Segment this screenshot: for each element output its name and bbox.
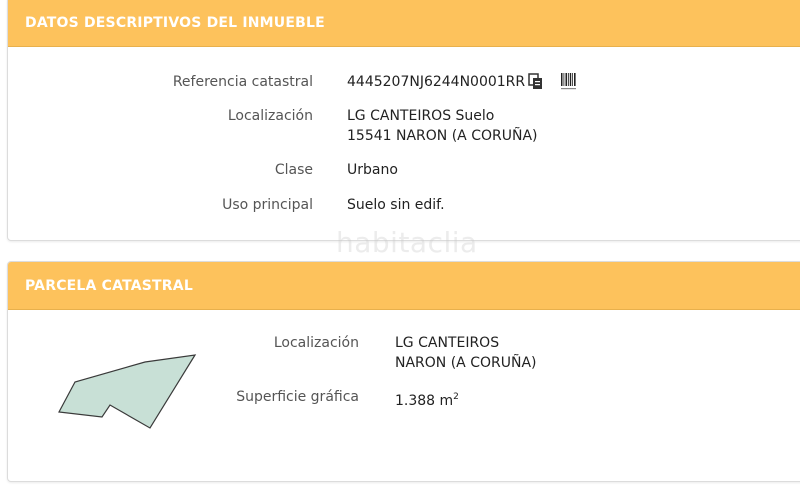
superficie-label: Superficie gráfica <box>236 389 359 405</box>
barcode-icon[interactable] <box>560 72 578 92</box>
uso-principal-label: Uso principal <box>222 197 313 213</box>
parcela-header: PARCELA CATASTRAL <box>8 262 800 310</box>
superficie-unit-sup: 2 <box>453 392 459 402</box>
clase-value: Urbano <box>347 162 398 178</box>
superficie-number: 1.388 m <box>395 393 454 409</box>
uso-principal-value: Suelo sin edif. <box>347 197 445 213</box>
referencia-catastral-value: 4445207NJ6244N0001RR <box>347 74 526 90</box>
referencia-catastral-label: Referencia catastral <box>172 74 313 90</box>
parcel-shape <box>58 354 197 429</box>
localizacion-label: Localización <box>227 108 313 124</box>
parcela-localizacion-label: Localización <box>273 335 359 351</box>
copy-icon[interactable] <box>528 73 544 91</box>
parcela-localizacion-line1: LG CANTEIROS <box>395 335 500 351</box>
localizacion-line1: LG CANTEIROS Suelo <box>347 108 495 124</box>
localizacion-line2: 15541 NARON (A CORUÑA) <box>347 128 538 144</box>
inmueble-header: DATOS DESCRIPTIVOS DEL INMUEBLE <box>8 0 800 47</box>
superficie-value: 1.388 m2 <box>395 387 459 411</box>
clase-label: Clase <box>274 162 313 178</box>
parcela-localizacion-line2: NARON (A CORUÑA) <box>395 355 537 371</box>
